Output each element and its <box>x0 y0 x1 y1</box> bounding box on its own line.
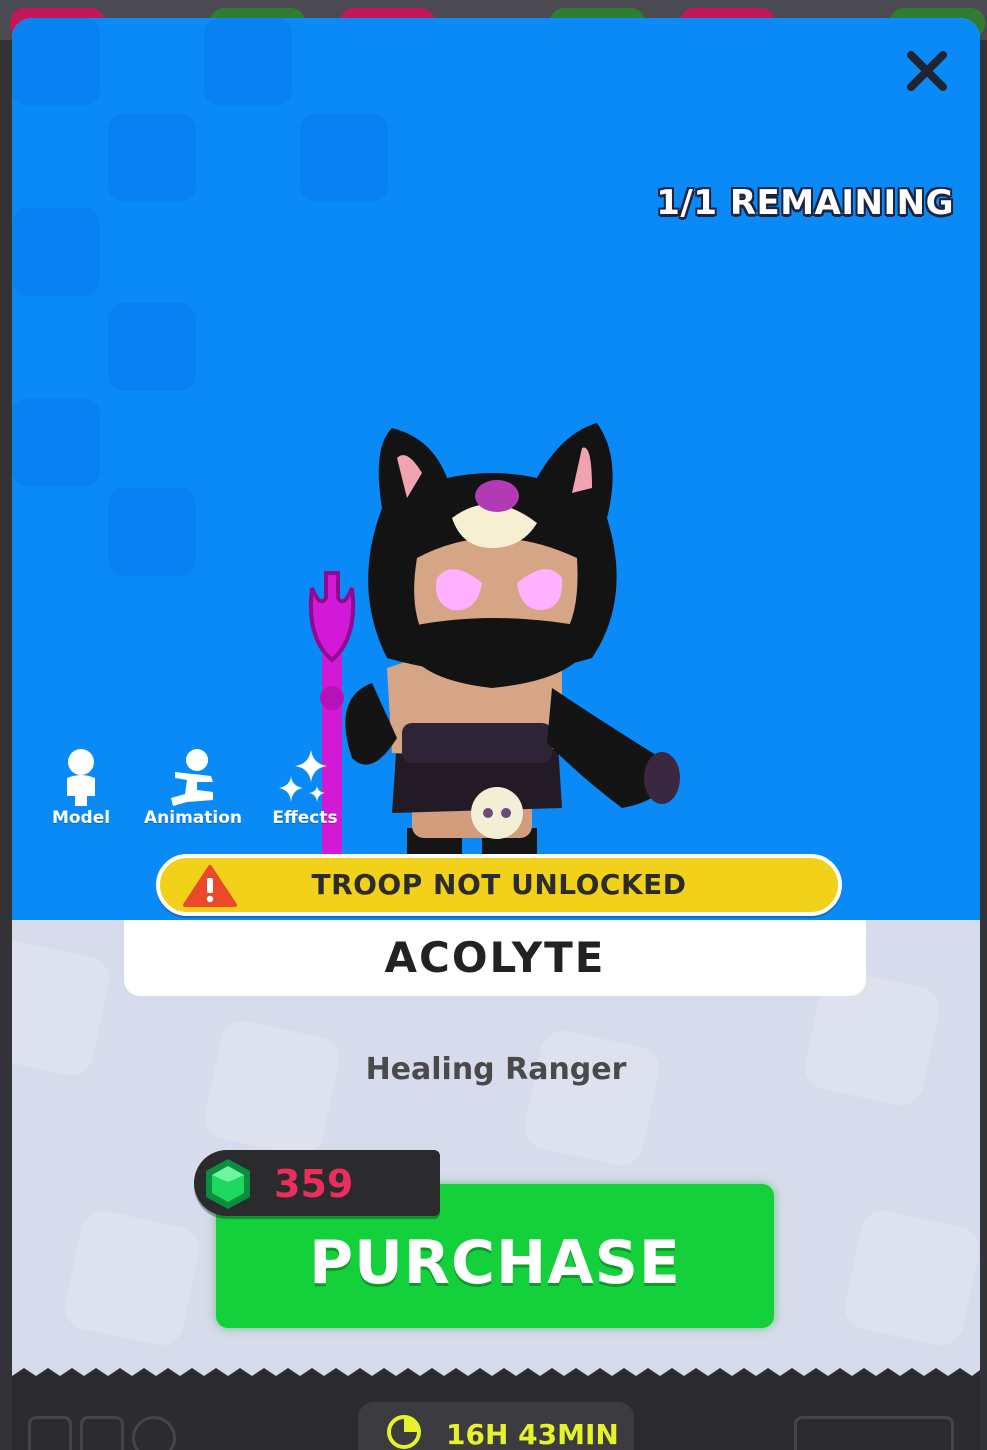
bg-tile <box>200 1016 344 1160</box>
bg-tile <box>108 114 196 202</box>
troop-name: ACOLYTE <box>124 920 866 996</box>
close-icon[interactable] <box>904 48 950 94</box>
troop-preview-area[interactable]: 1/1 REMAINING Model Animation Effects <box>12 18 980 920</box>
remaining-count: 1/1 REMAINING <box>656 183 954 223</box>
green-gem-icon <box>206 1159 250 1209</box>
bg-tile <box>520 1026 664 1170</box>
tab-effects[interactable]: Effects <box>254 746 356 828</box>
tab-animation-label: Animation <box>143 808 242 828</box>
tab-animation[interactable]: Animation <box>142 746 244 828</box>
bg-tile <box>204 18 292 106</box>
tab-model-label: Model <box>51 808 111 828</box>
troop-offer-modal: 1/1 REMAINING Model Animation Effects TR… <box>12 18 980 1450</box>
pose-icon <box>171 749 213 806</box>
recycle-icon <box>28 1416 72 1450</box>
bg-tile <box>12 398 100 486</box>
barcode-icon <box>794 1416 954 1450</box>
bg-tile <box>12 208 100 296</box>
upgrade-arrows-icon <box>80 1416 124 1450</box>
bg-tile <box>108 488 196 576</box>
bg-tile <box>840 1206 980 1350</box>
price-tag: 359 <box>194 1150 440 1216</box>
tab-effects-label: Effects <box>272 808 338 828</box>
offer-timer: 16H 43MIN <box>358 1402 634 1450</box>
person-icon <box>67 749 95 806</box>
tab-model[interactable]: Model <box>30 746 132 828</box>
bg-tile <box>12 18 100 106</box>
troop-role: Healing Ranger <box>365 1052 627 1087</box>
price-value: 359 <box>274 1162 354 1206</box>
bg-tile <box>300 114 388 202</box>
view-mode-tabs: Model Animation Effects <box>30 746 356 828</box>
troop-locked-warning: TROOP NOT UNLOCKED <box>156 854 842 916</box>
timer-text: 16H 43MIN <box>446 1418 619 1450</box>
bg-tile <box>108 303 196 391</box>
clock-icon <box>387 1415 421 1449</box>
bg-tile <box>60 1206 204 1350</box>
sparkle-icon <box>279 750 327 802</box>
warning-text: TROOP NOT UNLOCKED <box>311 868 687 901</box>
